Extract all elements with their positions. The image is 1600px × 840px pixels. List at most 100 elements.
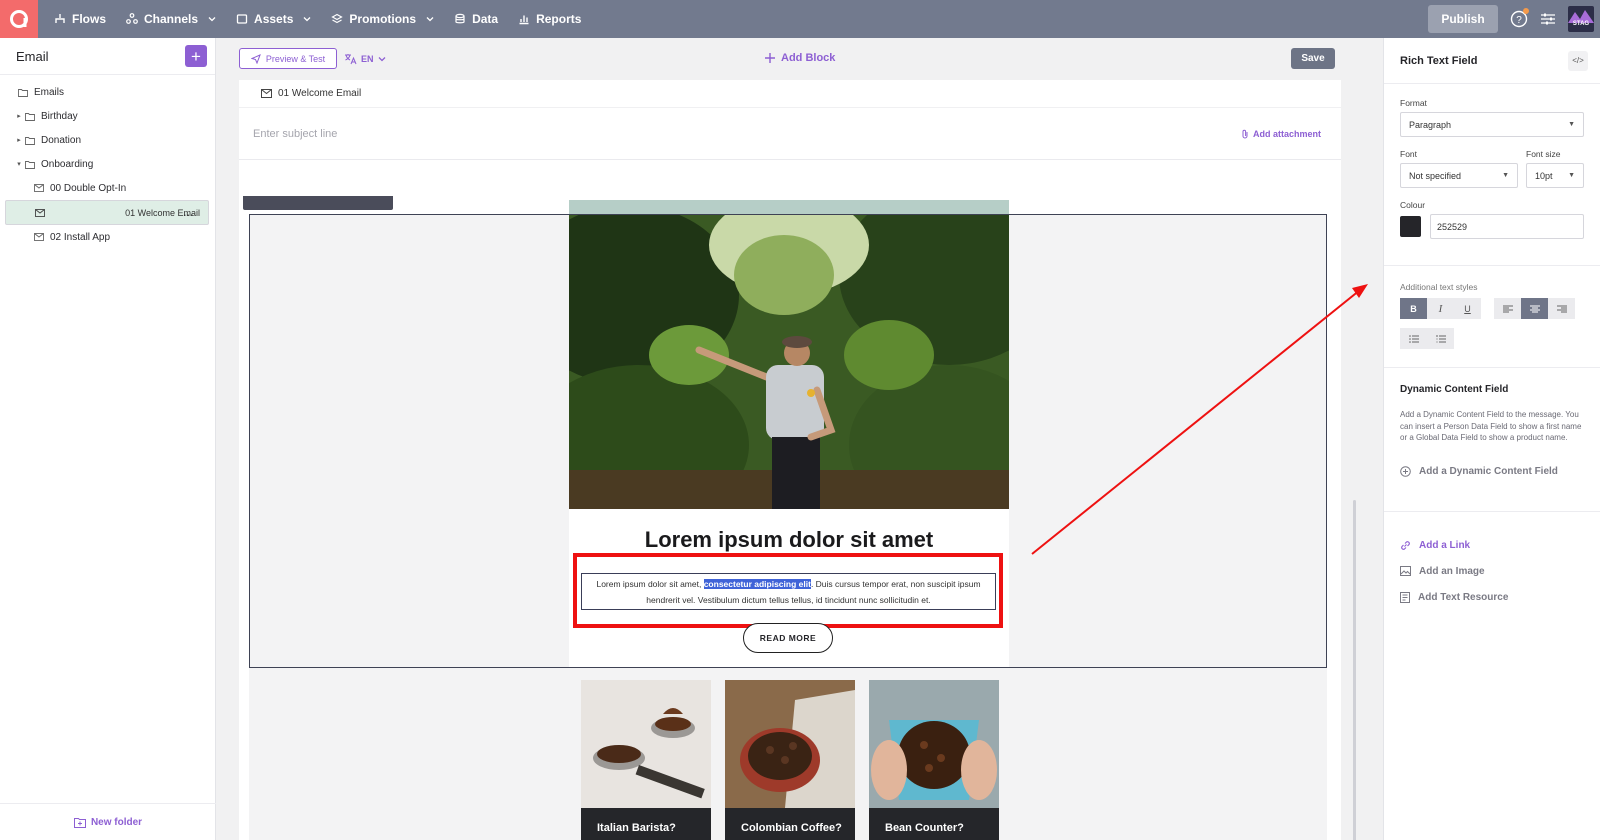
folder-icon [25,160,35,169]
body-text-start: Lorem ipsum dolor sit amet, [596,579,704,589]
add-link-button[interactable]: Add a Link [1400,540,1584,551]
annotation-arrow [1031,284,1368,555]
colour-value: 252529 [1437,221,1468,232]
rich-text-body[interactable]: Lorem ipsum dolor sit amet, consectetur … [581,573,996,610]
nav-data-label: Data [472,12,499,26]
top-right-actions: Publish ? STAG [1428,0,1600,38]
text-styles-label: Additional text styles [1400,282,1478,292]
format-select[interactable]: Paragraph ▼ [1400,112,1584,137]
font-size-field: Font size 10pt ▼ [1526,149,1584,188]
colour-section: Colour 252529 [1384,188,1600,265]
nav-flows[interactable]: Flows [52,0,124,38]
italic-button[interactable]: I [1427,298,1454,319]
align-right-button[interactable] [1548,298,1575,319]
bullet-list-icon [1408,334,1419,343]
font-field: Font Not specified ▼ [1400,149,1518,188]
expand-caret-icon[interactable]: ▸ [15,136,23,144]
subject-line-placeholder: Enter subject line [253,127,338,140]
tree-folder-birthday[interactable]: ▸ Birthday [0,104,215,128]
notification-dot [1523,8,1529,14]
font-size-select[interactable]: 10pt ▼ [1526,163,1584,188]
underline-icon: U [1464,303,1471,314]
nav-assets-label: Assets [254,12,294,26]
folder-icon [18,88,28,97]
code-view-icon[interactable]: </> [1568,50,1588,71]
language-label: EN [361,53,374,64]
add-email-button[interactable]: + [185,45,207,67]
nav-reports[interactable]: Reports [516,0,599,38]
add-text-resource-button[interactable]: Add Text Resource [1400,591,1584,603]
reports-icon [518,13,530,25]
align-center-button[interactable] [1521,298,1548,319]
chevron-down-icon [426,15,434,23]
list-style-buttons [1400,328,1584,349]
tree-folder-onboarding[interactable]: ▾ Onboarding [0,152,215,176]
translate-icon [344,53,357,65]
read-more-button[interactable]: READ MORE [743,623,833,653]
hero-image[interactable] [569,215,1009,509]
add-link-label: Add a Link [1419,539,1471,551]
bullet-list-button[interactable] [1400,328,1427,349]
subject-line-input[interactable]: Enter subject line Add attachment [239,108,1341,160]
save-button[interactable]: Save [1291,48,1335,69]
align-left-icon [1502,305,1513,313]
envelope-icon [34,184,44,192]
add-attachment-button[interactable]: Add attachment [1241,129,1321,139]
font-section: Font Not specified ▼ Font size 10pt ▼ [1384,137,1600,188]
panel-title: Rich Text Field [1400,54,1478,67]
tree-email-install-app[interactable]: 02 Install App [0,225,215,249]
align-left-button[interactable] [1494,298,1521,319]
app-logo[interactable] [0,0,38,38]
add-image-button[interactable]: Add an Image [1400,566,1584,577]
card-colombian-coffee[interactable]: Colombian Coffee? [725,680,855,840]
tree-folder-donation[interactable]: ▸ Donation [0,128,215,152]
nav-reports-label: Reports [536,12,582,26]
add-dynamic-content-button[interactable]: Add a Dynamic Content Field [1400,466,1584,477]
font-size-label: Font size [1526,149,1561,159]
add-block-button[interactable]: Add Block [765,52,835,64]
plus-icon: + [191,46,201,66]
dropdown-arrow-icon: ▼ [1568,121,1575,128]
block-label-tab[interactable] [243,196,393,210]
font-size-value: 10pt [1535,170,1553,181]
image-icon [1400,566,1411,576]
nav-data[interactable]: Data [452,0,516,38]
tree-email-double-opt-in[interactable]: 00 Double Opt-In [0,176,215,200]
numbered-list-button[interactable] [1427,328,1454,349]
new-folder-button[interactable]: New folder [0,803,216,840]
numbered-list-icon [1436,334,1446,343]
publish-button[interactable]: Publish [1428,5,1498,33]
article-headline[interactable]: Lorem ipsum dolor sit amet [569,527,1009,553]
font-select[interactable]: Not specified ▼ [1400,163,1518,188]
nav-channels[interactable]: Channels [124,0,234,38]
article-block: Lorem ipsum dolor sit amet Lorem ipsum d… [569,215,1009,667]
help-button[interactable]: ? [1510,8,1529,28]
nav-promotions[interactable]: Promotions [329,0,452,38]
card-title: Colombian Coffee? [741,822,842,834]
properties-panel: Rich Text Field </> Format Paragraph ▼ F… [1383,38,1600,840]
language-select[interactable]: EN [344,48,386,69]
card-bean-counter[interactable]: Bean Counter? [869,680,999,840]
top-nav: Flows Channels Assets Promotions Data Re… [0,0,1600,38]
settings-sliders-icon[interactable] [1540,12,1556,26]
sidebar-header: Email + [0,38,215,75]
underline-button[interactable]: U [1454,298,1481,319]
colour-swatch[interactable] [1400,216,1421,237]
main-nav: Flows Channels Assets Promotions Data Re… [52,0,599,38]
folder-icon [25,112,35,121]
expand-caret-icon[interactable]: ▸ [15,112,23,120]
tree-item-label: 02 Install App [50,231,111,243]
format-section: Format Paragraph ▼ [1384,84,1600,137]
format-value: Paragraph [1409,119,1452,130]
colour-input[interactable]: 252529 [1430,214,1584,239]
more-options-icon[interactable]: ... [183,208,194,218]
align-center-icon [1529,305,1540,313]
collapse-caret-icon[interactable]: ▾ [15,160,23,168]
environment-badge[interactable]: STAG [1568,6,1594,32]
tree-folder-emails[interactable]: Emails [0,80,215,104]
card-italian-barista[interactable]: Italian Barista? [581,680,711,840]
preview-test-button[interactable]: Preview & Test [239,48,337,69]
bold-button[interactable]: B [1400,298,1427,319]
tree-email-welcome[interactable]: 01 Welcome Email ... [5,200,209,225]
nav-assets[interactable]: Assets [234,0,329,38]
